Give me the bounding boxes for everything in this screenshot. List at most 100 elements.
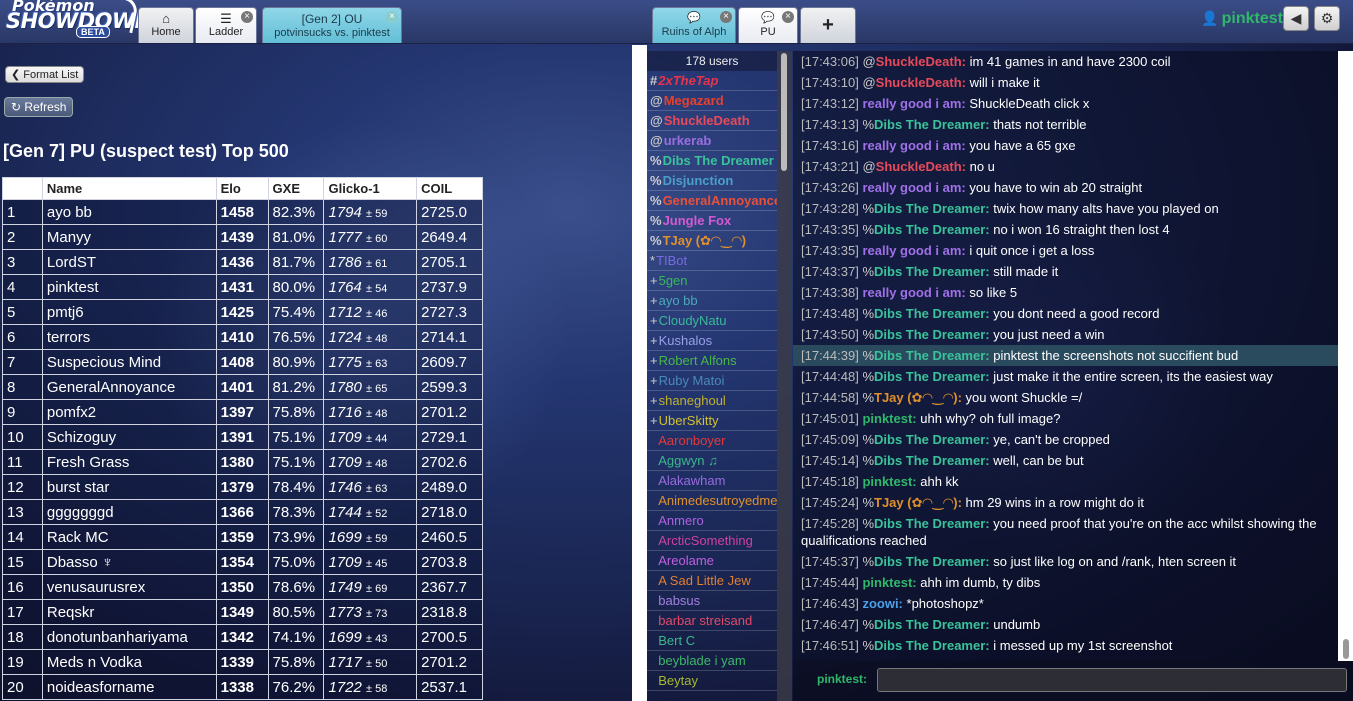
new-tab-button[interactable]: + [800, 7, 856, 43]
user-list-item[interactable]: *TIBot [647, 251, 777, 271]
panel-divider[interactable] [632, 45, 647, 701]
player-name-cell[interactable]: donotunbanhariyama [41, 624, 217, 650]
close-icon[interactable]: × [782, 11, 794, 23]
chat-username[interactable]: Dibs The Dreamer: [874, 554, 990, 569]
refresh-button[interactable]: ↻ Refresh [4, 97, 74, 117]
chat-username[interactable]: really good i am: [862, 285, 965, 300]
chat-username[interactable]: really good i am: [862, 138, 965, 153]
chat-username[interactable]: ShuckleDeath: [876, 159, 966, 174]
settings-button[interactable]: ⚙ [1314, 6, 1340, 31]
user-list-item[interactable]: %Disjunction [647, 171, 777, 191]
userlist-scrollbar[interactable] [777, 51, 792, 701]
chat-input[interactable] [877, 668, 1347, 692]
player-name-cell[interactable]: Suspecious Mind [41, 349, 217, 375]
user-list-item[interactable]: barbar streisand [647, 611, 777, 631]
user-list-item[interactable]: +CloudyNatu [647, 311, 777, 331]
user-list-item[interactable]: %GeneralAnnoyance [647, 191, 777, 211]
tab-ruins-of-alph[interactable]: 💬 Ruins of Alph × [652, 7, 736, 43]
chat-username[interactable]: pinktest: [862, 411, 916, 426]
chat-username[interactable]: Dibs The Dreamer: [874, 638, 990, 653]
player-name-cell[interactable]: LordST [41, 249, 217, 275]
chat-username[interactable]: pinktest: [862, 575, 916, 590]
player-name-cell[interactable]: burst star [41, 474, 217, 500]
tab-battle[interactable]: [Gen 2] OU potvinsucks vs. pinktest × [262, 7, 402, 43]
chat-username[interactable]: Dibs The Dreamer: [874, 432, 990, 447]
sound-button[interactable]: ◀ [1283, 6, 1309, 31]
player-name-cell[interactable]: Schizoguy [41, 424, 217, 450]
player-name-cell[interactable]: ayo bb [41, 199, 217, 225]
user-list-item[interactable]: @urkerab [647, 131, 777, 151]
player-name-cell[interactable]: pinktest [41, 274, 217, 300]
showdown-logo[interactable]: Pokémon SHOWDOWN BETA [4, 0, 152, 40]
user-list-item[interactable]: #2xTheTap [647, 71, 777, 91]
user-list-item[interactable]: Aaronboyer [647, 431, 777, 451]
chat-username[interactable]: zoowi: [862, 596, 902, 611]
close-icon[interactable]: × [386, 11, 398, 23]
user-list-item[interactable]: %Dibs The Dreamer [647, 151, 777, 171]
player-name-cell[interactable]: pmtj6 [41, 299, 217, 325]
player-name-cell[interactable]: pomfx2 [41, 399, 217, 425]
chat-username[interactable]: Dibs The Dreamer: [874, 117, 990, 132]
close-icon[interactable]: × [241, 11, 253, 23]
chat-username[interactable]: really good i am: [862, 243, 965, 258]
user-list-item[interactable]: +shaneghoul [647, 391, 777, 411]
username-display[interactable]: 👤 pinktest [1201, 10, 1283, 28]
player-name-cell[interactable]: terrors [41, 324, 217, 350]
chat-username[interactable]: TJay (✿◠‿◠): [874, 390, 962, 405]
chat-scrollbar[interactable] [1338, 51, 1353, 661]
scroll-thumb[interactable] [1343, 639, 1349, 659]
user-list-item[interactable]: Animedesutroyedme [647, 491, 777, 511]
chat-username[interactable]: Dibs The Dreamer: [874, 264, 990, 279]
user-list-item[interactable]: +Kushalos [647, 331, 777, 351]
tab-ladder[interactable]: ☰ Ladder × [195, 7, 257, 43]
chat-username[interactable]: TJay (✿◠‿◠): [874, 495, 962, 510]
player-name-cell[interactable]: gggggggd [41, 499, 217, 525]
chat-username[interactable]: Dibs The Dreamer: [874, 348, 990, 363]
player-name-cell[interactable]: Rack MC [41, 524, 217, 550]
user-list-item[interactable]: Alakawham [647, 471, 777, 491]
user-list-item[interactable]: Bert C [647, 631, 777, 651]
chat-username[interactable]: pinktest: [862, 474, 916, 489]
player-name-cell[interactable]: noideasforname [41, 674, 217, 700]
chat-username[interactable]: Dibs The Dreamer: [874, 306, 990, 321]
user-list-item[interactable]: %TJay (✿◠‿◠) [647, 231, 777, 251]
chat-username[interactable]: Dibs The Dreamer: [874, 453, 990, 468]
tab-pu[interactable]: 💬 PU × [738, 7, 798, 43]
user-list-item[interactable]: +UberSkitty [647, 411, 777, 431]
player-name-cell[interactable]: Reqskr [41, 599, 217, 625]
player-name-cell[interactable]: Dbasso ♆ [41, 549, 217, 575]
user-list-item[interactable]: Aggwyn ♫ [647, 451, 777, 471]
chat-username[interactable]: Dibs The Dreamer: [874, 201, 990, 216]
chat-username[interactable]: really good i am: [862, 180, 965, 195]
user-list-item[interactable]: @Megazard [647, 91, 777, 111]
tab-home[interactable]: ⌂ Home [138, 7, 194, 43]
chat-username[interactable]: Dibs The Dreamer: [874, 516, 990, 531]
player-name-cell[interactable]: Manyy [41, 224, 217, 250]
player-name-cell[interactable]: venusaurusrex [41, 574, 217, 600]
close-icon[interactable]: × [720, 11, 732, 23]
user-list-item[interactable]: %Jungle Fox [647, 211, 777, 231]
user-list-item[interactable]: @ShuckleDeath [647, 111, 777, 131]
player-name-cell[interactable]: GeneralAnnoyance [41, 374, 217, 400]
user-list-item[interactable]: beyblade i yam [647, 651, 777, 671]
scroll-thumb[interactable] [781, 53, 787, 171]
user-list-item[interactable]: +Ruby Matoi [647, 371, 777, 391]
chat-username[interactable]: Dibs The Dreamer: [874, 327, 990, 342]
user-list-item[interactable]: Beytay [647, 671, 777, 691]
user-list-item[interactable]: A Sad Little Jew [647, 571, 777, 591]
chat-username[interactable]: really good i am: [862, 96, 965, 111]
user-list-item[interactable]: Anmero [647, 511, 777, 531]
chat-username[interactable]: Dibs The Dreamer: [874, 222, 990, 237]
user-list-item[interactable]: +5gen [647, 271, 777, 291]
player-name-cell[interactable]: Fresh Grass [41, 449, 217, 475]
player-name-cell[interactable]: Meds n Vodka [41, 649, 217, 675]
user-list-item[interactable]: Areolame [647, 551, 777, 571]
user-list-item[interactable]: ArcticSomething [647, 531, 777, 551]
user-list-item[interactable]: babsus [647, 591, 777, 611]
user-list-item[interactable]: +Robert Alfons [647, 351, 777, 371]
format-list-button[interactable]: ❮ Format List [5, 66, 85, 83]
chat-username[interactable]: Dibs The Dreamer: [874, 369, 990, 384]
chat-username[interactable]: ShuckleDeath: [876, 75, 966, 90]
user-list-item[interactable]: +ayo bb [647, 291, 777, 311]
chat-username[interactable]: Dibs The Dreamer: [874, 617, 990, 632]
